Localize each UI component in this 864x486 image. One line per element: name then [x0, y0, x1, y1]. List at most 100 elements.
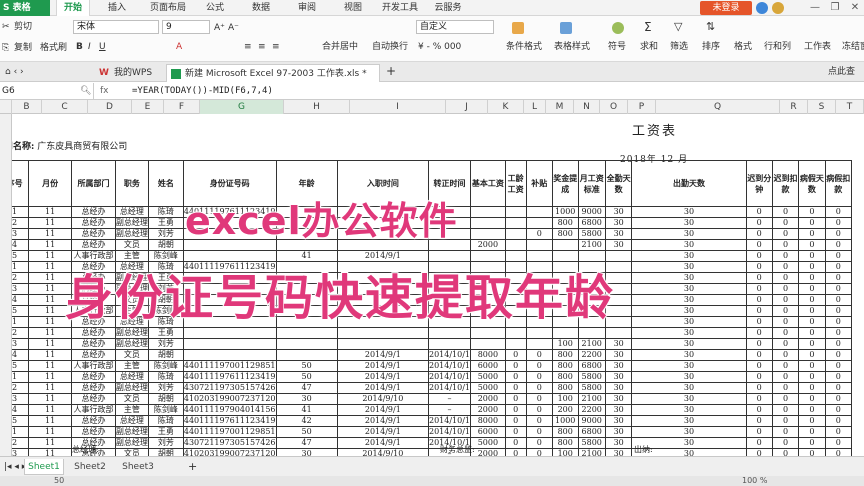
- table-cell[interactable]: 0: [798, 250, 826, 262]
- table-cell[interactable]: 30: [604, 349, 633, 361]
- table-cell[interactable]: 0: [824, 393, 853, 405]
- table-cell[interactable]: 王勇: [147, 327, 184, 339]
- table-cell[interactable]: 30: [631, 338, 747, 350]
- table-cell[interactable]: 100: [551, 338, 579, 350]
- tab-my-wps[interactable]: W 我的WPS: [96, 64, 164, 82]
- table-cell[interactable]: 0: [771, 437, 800, 449]
- skin-icon[interactable]: [756, 2, 768, 14]
- table-cell[interactable]: 0: [745, 294, 773, 306]
- table-cell[interactable]: [525, 338, 553, 350]
- table-cell[interactable]: 文员: [114, 349, 149, 361]
- table-cell[interactable]: 文员: [114, 448, 149, 456]
- table-cell[interactable]: 0: [745, 382, 773, 394]
- table-cell[interactable]: 0: [771, 349, 800, 361]
- table-cell[interactable]: 0: [798, 338, 826, 350]
- table-cell[interactable]: 0: [525, 371, 553, 383]
- table-cell[interactable]: [470, 338, 506, 350]
- underline-icon[interactable]: U: [99, 41, 106, 53]
- table-cell[interactable]: 0: [798, 382, 826, 394]
- table-cell[interactable]: [275, 327, 338, 339]
- column-header-m[interactable]: M: [546, 100, 574, 114]
- table-cell[interactable]: 0: [771, 382, 800, 394]
- table-cell[interactable]: 胡朝: [147, 349, 184, 361]
- table-cell[interactable]: 30: [631, 228, 747, 240]
- table-cell[interactable]: 0: [798, 404, 826, 416]
- table-cell[interactable]: 副总经理: [114, 327, 149, 339]
- table-cell[interactable]: 47: [275, 382, 338, 394]
- column-header-k[interactable]: K: [488, 100, 524, 114]
- table-cell[interactable]: 0: [824, 404, 853, 416]
- table-cell[interactable]: 30: [631, 415, 747, 427]
- table-header-cell[interactable]: 所属部门: [71, 160, 116, 207]
- table-cell[interactable]: 2200: [577, 349, 606, 361]
- table-cell[interactable]: 0: [798, 437, 826, 449]
- table-cell[interactable]: 0: [824, 371, 853, 383]
- number-format-select[interactable]: 自定义: [416, 20, 494, 34]
- table-cell[interactable]: 0: [824, 382, 853, 394]
- table-cell[interactable]: 2000: [470, 393, 506, 405]
- table-cell[interactable]: 0: [745, 217, 773, 229]
- menu-insert[interactable]: 插入: [100, 0, 134, 16]
- copy-button[interactable]: 复制: [14, 42, 32, 54]
- table-cell[interactable]: 410203199007237120: [182, 448, 277, 456]
- table-cell[interactable]: 1: [12, 316, 30, 328]
- table-cell[interactable]: 陈剑峰: [147, 404, 184, 416]
- table-cell[interactable]: 人事行政部: [71, 404, 116, 416]
- table-cell[interactable]: 0: [771, 294, 800, 306]
- table-cell[interactable]: 2100: [577, 393, 606, 405]
- table-cell[interactable]: 30: [604, 217, 633, 229]
- table-cell[interactable]: 0: [824, 415, 853, 427]
- table-header-cell[interactable]: 病假天数: [798, 160, 826, 207]
- table-cell[interactable]: 1: [12, 206, 30, 218]
- format-painter-button[interactable]: 格式刷: [40, 42, 67, 54]
- table-cell[interactable]: [470, 206, 506, 218]
- table-cell[interactable]: [275, 338, 338, 350]
- table-cell[interactable]: 0: [824, 448, 853, 456]
- table-cell[interactable]: 主管: [114, 404, 149, 416]
- table-cell[interactable]: 4: [12, 294, 30, 306]
- table-cell[interactable]: 0: [745, 316, 773, 328]
- table-cell[interactable]: 副总经理: [114, 217, 149, 229]
- table-cell[interactable]: 胡朝: [147, 239, 184, 251]
- table-cell[interactable]: [525, 206, 553, 218]
- table-cell[interactable]: 30: [604, 393, 633, 405]
- table-cell[interactable]: –: [427, 393, 472, 405]
- table-cell[interactable]: 文员: [114, 239, 149, 251]
- table-cell[interactable]: 主管: [114, 360, 149, 372]
- column-header-j[interactable]: J: [446, 100, 488, 114]
- align-left-icon[interactable]: ≡: [244, 41, 252, 53]
- table-cell[interactable]: 0: [798, 217, 826, 229]
- table-cell[interactable]: 1: [12, 371, 30, 383]
- table-cell[interactable]: 9000: [577, 415, 606, 427]
- wrap-text-button[interactable]: 自动换行: [372, 41, 408, 53]
- table-cell[interactable]: 0: [745, 206, 773, 218]
- zoom-lens-icon[interactable]: 🔍︎: [80, 83, 91, 99]
- table-cell[interactable]: 30: [631, 305, 747, 317]
- sort-button[interactable]: 排序: [702, 41, 720, 53]
- table-cell[interactable]: 6800: [577, 217, 606, 229]
- table-cell[interactable]: 0: [824, 426, 853, 438]
- table-cell[interactable]: 总经办: [71, 239, 116, 251]
- table-cell[interactable]: 2014/9/1: [336, 360, 429, 372]
- table-cell[interactable]: 11: [28, 393, 73, 405]
- column-header-g[interactable]: G: [200, 100, 284, 114]
- table-cell[interactable]: 0: [771, 228, 800, 240]
- table-cell[interactable]: 11: [28, 327, 73, 339]
- table-cell[interactable]: 30: [631, 382, 747, 394]
- minimize-icon[interactable]: —: [806, 0, 824, 16]
- table-cell[interactable]: 42: [275, 415, 338, 427]
- table-cell[interactable]: 2014/10/1: [427, 415, 472, 427]
- table-cell[interactable]: 0: [504, 349, 527, 361]
- table-cell[interactable]: 30: [275, 448, 338, 456]
- table-cell[interactable]: 0: [824, 239, 853, 251]
- table-cell[interactable]: 0: [504, 360, 527, 372]
- table-cell[interactable]: 0: [525, 360, 553, 372]
- table-cell[interactable]: [470, 217, 506, 229]
- maximize-icon[interactable]: ❐: [826, 0, 844, 16]
- table-cell[interactable]: 0: [525, 382, 553, 394]
- table-cell[interactable]: 3: [12, 283, 30, 295]
- table-cell[interactable]: 0: [824, 437, 853, 449]
- table-cell[interactable]: 30: [631, 217, 747, 229]
- table-cell[interactable]: 文员: [114, 393, 149, 405]
- table-cell[interactable]: 2014/10/1: [427, 382, 472, 394]
